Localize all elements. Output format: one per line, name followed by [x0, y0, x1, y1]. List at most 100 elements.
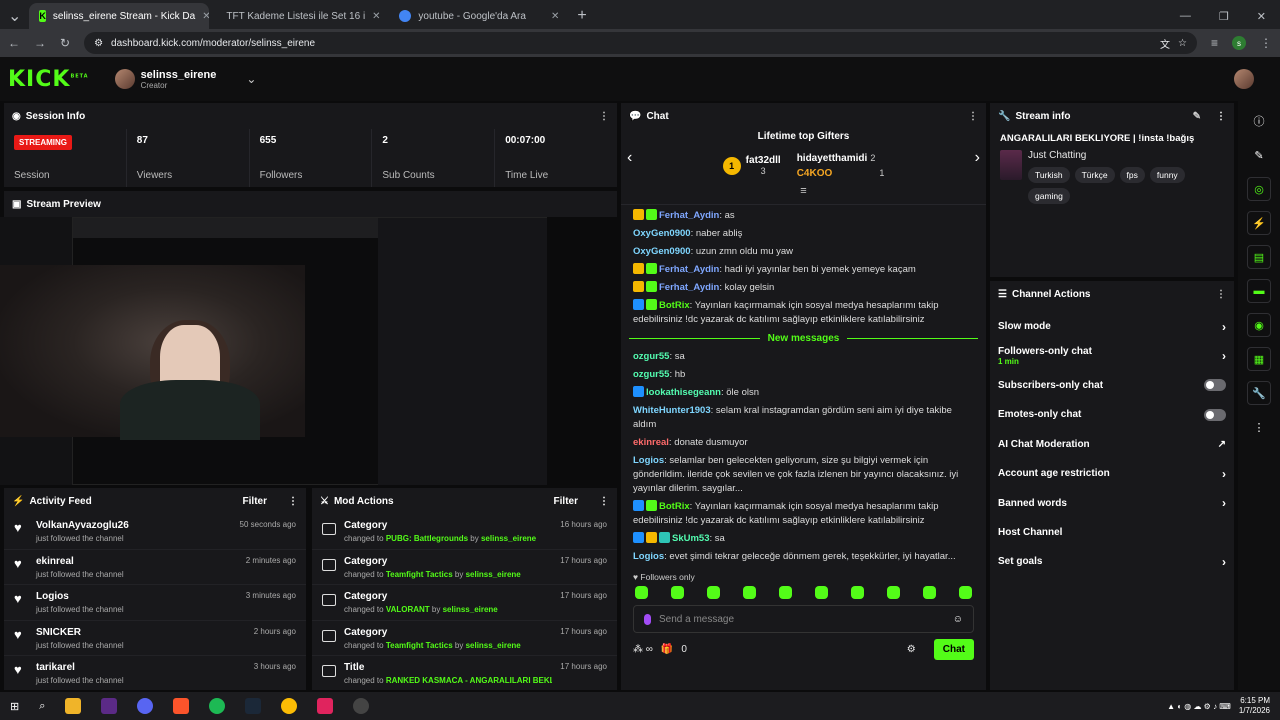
more-icon[interactable]: ⋮ [968, 111, 978, 122]
forward-icon[interactable]: → [34, 36, 46, 50]
layout-icon[interactable]: ▦ [1247, 347, 1271, 371]
gifter-name[interactable]: hidayetthamidi [797, 153, 868, 164]
emote-icon[interactable] [923, 586, 936, 599]
chat-username[interactable]: Ferhat_Aydin [659, 210, 719, 221]
new-messages-divider[interactable]: New messages [621, 329, 986, 348]
settings-icon[interactable]: ⚙ [907, 644, 916, 655]
follower-name[interactable]: VolkanAyvazoglu26 [36, 520, 232, 531]
filter-button[interactable]: Filter [554, 496, 578, 507]
windows-start-icon[interactable]: ⊞ [10, 700, 19, 713]
browser-tab-tft[interactable]: TFT Kademe Listesi ile Set 16 i ✕ [209, 3, 389, 29]
more-icon[interactable]: ⋮ [1247, 415, 1271, 439]
obs-icon[interactable] [353, 698, 370, 714]
valorant-icon[interactable] [317, 698, 334, 714]
chat-username[interactable]: BotRix [659, 300, 690, 311]
minimize-icon[interactable]: — [1180, 10, 1191, 22]
emote-icon[interactable] [815, 586, 828, 599]
menu-icon[interactable]: ⋮ [1260, 36, 1272, 50]
tag[interactable]: funny [1149, 167, 1185, 183]
browser-tab-kick[interactable]: K selinss_eirene Stream - Kick Da ✕ [29, 3, 210, 29]
channel-switcher[interactable]: selinss_eirene Creator [114, 69, 216, 90]
chat-icon[interactable]: ▬ [1247, 279, 1271, 303]
follower-name[interactable]: tarikarel [36, 662, 246, 673]
tag[interactable]: Türkçe [1074, 167, 1115, 183]
send-chat-button[interactable]: Chat [933, 639, 974, 660]
discord-icon[interactable] [137, 698, 154, 714]
chat-username[interactable]: ozgur55 [633, 351, 669, 362]
chat-username[interactable]: SkUm53 [672, 533, 710, 544]
tag[interactable]: fps [1119, 167, 1145, 183]
host-channel-item[interactable]: Host Channel [990, 518, 1234, 547]
user-avatar[interactable] [1234, 69, 1254, 89]
bolt-icon[interactable]: ⚡ [1247, 211, 1271, 235]
reload-icon[interactable]: ↻ [60, 36, 70, 50]
emote-icon[interactable] [707, 586, 720, 599]
more-icon[interactable]: ⋮ [599, 496, 609, 507]
chevron-down-icon[interactable]: ⌄ [246, 72, 256, 86]
tag[interactable]: Turkish [1028, 167, 1070, 183]
chat-username[interactable]: ekinreal [633, 437, 669, 448]
chat-username[interactable]: Ferhat_Aydin [659, 264, 719, 275]
account-age-item[interactable]: Account age restriction › [990, 459, 1234, 488]
chrome-icon[interactable] [281, 698, 298, 714]
followers-only-item[interactable]: Followers-only chat 1 min › [990, 341, 1234, 370]
stream-preview[interactable] [0, 217, 547, 485]
back-icon[interactable]: ← [8, 36, 20, 50]
chat-username[interactable]: OxyGen0900 [633, 228, 691, 239]
browser-tab-google[interactable]: youtube - Google'da Ara ✕ [389, 3, 569, 29]
brave-icon[interactable] [173, 698, 190, 714]
more-icon[interactable]: ⋮ [1216, 289, 1226, 300]
chat-input[interactable]: Send a message ☺ [633, 605, 974, 633]
profile-avatar[interactable]: s [1232, 36, 1246, 50]
emote-icon[interactable] [887, 586, 900, 599]
points-icon[interactable]: ⁂ ∞ [633, 644, 653, 655]
emote-icon[interactable] [851, 586, 864, 599]
more-icon[interactable]: ⋮ [599, 111, 609, 122]
ai-moderation-item[interactable]: AI Chat Moderation ↗ [990, 430, 1234, 459]
search-icon[interactable]: ⌕ [39, 700, 45, 713]
gifter-name[interactable]: fat32dll [746, 155, 781, 166]
chat-username[interactable]: lookathisegeann [646, 387, 721, 398]
chevron-left-icon[interactable]: ‹ [627, 149, 632, 167]
desc-user[interactable]: selinss_eirene [466, 641, 521, 650]
chat-username[interactable]: Logios [633, 551, 664, 562]
collapse-icon[interactable]: ≡ [633, 185, 974, 197]
translate-icon[interactable]: 文 [1160, 36, 1170, 51]
desc-user[interactable]: selinss_eirene [443, 605, 498, 614]
chevron-right-icon[interactable]: › [975, 149, 980, 167]
emote-icon[interactable] [779, 586, 792, 599]
close-icon[interactable]: ✕ [551, 11, 559, 22]
focus-icon[interactable]: ◎ [1247, 177, 1271, 201]
chat-username[interactable]: BotRix [659, 501, 690, 512]
wrench-icon[interactable]: 🔧 [1247, 381, 1271, 405]
chat-username[interactable]: WhiteHunter1903 [633, 405, 711, 416]
banned-words-item[interactable]: Banned words › [990, 488, 1234, 517]
edit-icon[interactable]: ✎ [1193, 111, 1201, 122]
emote-icon[interactable] [959, 586, 972, 599]
desc-user[interactable]: selinss_eirene [481, 534, 536, 543]
follower-name[interactable]: Logios [36, 591, 238, 602]
app-icon[interactable] [101, 698, 118, 714]
emotes-only-toggle[interactable] [1204, 408, 1226, 421]
document-icon[interactable]: ▤ [1247, 245, 1271, 269]
steam-icon[interactable] [245, 698, 262, 714]
chat-username[interactable]: ozgur55 [633, 369, 669, 380]
tray-icon[interactable]: ▲ ◐ ◍ ☁ ⚙ ♪ ⌨ [1167, 702, 1231, 711]
edit-icon[interactable]: ✎ [1247, 143, 1271, 167]
spotify-icon[interactable] [209, 698, 226, 714]
kick-logo[interactable]: KICKBETA [8, 67, 89, 92]
new-tab-button[interactable]: + [569, 3, 594, 29]
chat-username[interactable]: Ferhat_Aydin [659, 282, 719, 293]
info-icon[interactable]: ⓘ [1247, 109, 1271, 133]
url-field[interactable]: ⚙ dashboard.kick.com/moderator/selinss_e… [84, 32, 1197, 54]
set-goals-item[interactable]: Set goals › [990, 547, 1234, 576]
tab-search-icon[interactable]: ⌄ [0, 3, 29, 29]
close-icon[interactable]: ✕ [372, 11, 380, 22]
emoji-icon[interactable]: ☺ [953, 614, 963, 625]
gifter-name[interactable]: C4KOO [797, 168, 833, 179]
microphone-icon[interactable] [644, 613, 651, 625]
broadcast-icon[interactable]: ◉ [1247, 313, 1271, 337]
chat-username[interactable]: Logios [633, 455, 664, 466]
restore-icon[interactable]: ❐ [1219, 10, 1229, 23]
follower-name[interactable]: SNICKER [36, 627, 246, 638]
